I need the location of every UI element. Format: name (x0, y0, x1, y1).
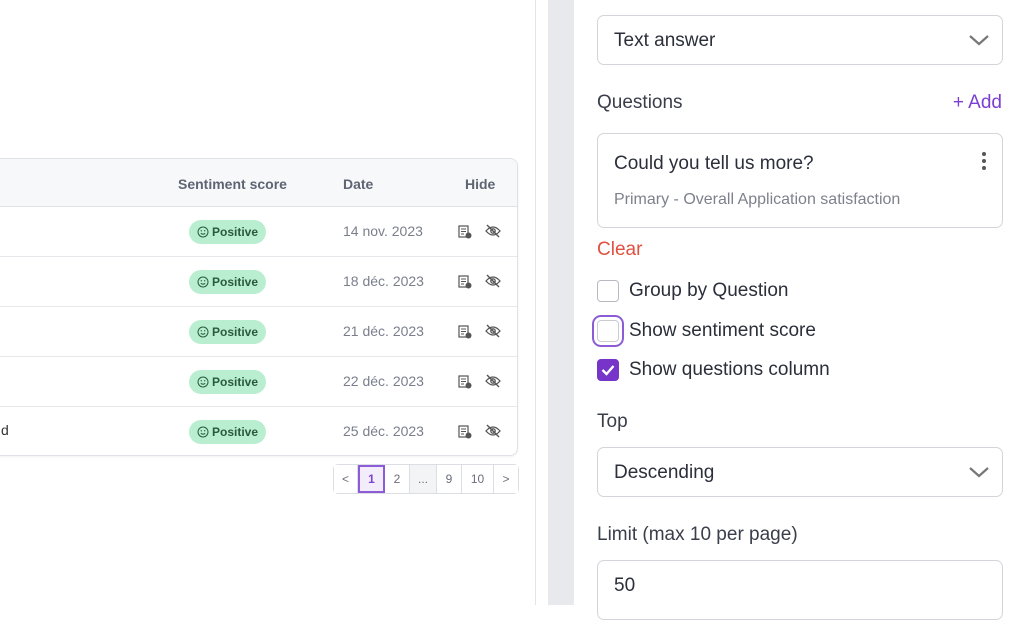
panel-divider (548, 0, 574, 605)
sentiment-label: Positive (211, 275, 259, 289)
response-text: d (1, 422, 9, 438)
header-sentiment: Sentiment score (178, 176, 287, 192)
more-options-icon[interactable] (982, 152, 986, 173)
details-icon[interactable] (458, 425, 472, 439)
clear-button[interactable]: Clear (597, 239, 642, 261)
page-1-button[interactable]: 1 (358, 465, 385, 493)
details-icon[interactable] (458, 275, 472, 289)
eye-off-icon[interactable] (485, 374, 501, 388)
response-date: 22 déc. 2023 (343, 373, 424, 389)
questions-label: Questions (597, 92, 683, 113)
page-10-button[interactable]: 10 (462, 465, 494, 493)
table-row: Positive 14 nov. 2023 (0, 207, 517, 257)
response-date: 18 déc. 2023 (343, 273, 424, 289)
limit-input[interactable]: 50 (597, 560, 1003, 620)
response-date: 14 nov. 2023 (343, 223, 423, 239)
checkbox-box[interactable] (597, 359, 619, 381)
header-hide: Hide (465, 176, 496, 192)
show-sentiment-score-checkbox[interactable]: Show sentiment score (597, 320, 816, 342)
show-questions-column-checkbox[interactable]: Show questions column (597, 359, 830, 381)
smile-icon (197, 276, 209, 288)
add-question-button[interactable]: + Add (953, 92, 1002, 114)
table-row: Positive 22 déc. 2023 (0, 357, 517, 407)
response-date: 21 déc. 2023 (343, 323, 424, 339)
eye-off-icon[interactable] (485, 324, 501, 338)
sentiment-label: Positive (211, 225, 259, 239)
answer-type-select[interactable]: Text answer (597, 15, 1003, 65)
limit-label: Limit (max 10 per page) (597, 524, 798, 545)
responses-panel: Sentiment score Date Hide Positive 14 no… (0, 0, 536, 605)
question-subtitle: Primary - Overall Application satisfacti… (614, 191, 901, 208)
answer-type-value: Text answer (614, 30, 716, 51)
sentiment-badge: Positive (189, 320, 266, 344)
checkbox-label: Show sentiment score (629, 320, 816, 341)
smile-icon (197, 326, 209, 338)
details-icon[interactable] (458, 375, 472, 389)
checkbox-label: Group by Question (629, 280, 789, 301)
prev-page-button[interactable]: < (334, 465, 358, 493)
chevron-down-icon (969, 467, 989, 478)
checkbox-box[interactable] (597, 320, 619, 342)
limit-value: 50 (614, 575, 636, 596)
response-date: 25 déc. 2023 (343, 423, 424, 439)
page-9-button[interactable]: 9 (437, 465, 462, 493)
table-row: Positive 21 déc. 2023 (0, 307, 517, 357)
sentiment-label: Positive (211, 425, 259, 439)
chevron-down-icon (969, 35, 989, 46)
page-ellipsis: ... (410, 465, 437, 493)
top-order-value: Descending (614, 462, 715, 483)
eye-off-icon[interactable] (485, 224, 501, 238)
next-page-button[interactable]: > (494, 465, 518, 493)
question-title: Could you tell us more? (614, 153, 814, 174)
table-row: Positive 18 déc. 2023 (0, 257, 517, 307)
sentiment-badge: Positive (189, 220, 266, 244)
group-by-question-checkbox[interactable]: Group by Question (597, 280, 788, 302)
details-icon[interactable] (458, 325, 472, 339)
responses-table: Sentiment score Date Hide Positive 14 no… (0, 158, 518, 456)
smile-icon (197, 426, 209, 438)
sentiment-badge: Positive (189, 370, 266, 394)
header-date: Date (343, 176, 374, 192)
checkbox-box[interactable] (597, 280, 619, 302)
top-order-select[interactable]: Descending (597, 447, 1003, 497)
eye-off-icon[interactable] (485, 274, 501, 288)
smile-icon (197, 226, 209, 238)
question-card[interactable]: Could you tell us more? Primary - Overal… (597, 133, 1003, 228)
checkbox-label: Show questions column (629, 359, 830, 380)
smile-icon (197, 376, 209, 388)
check-icon (601, 365, 615, 376)
sentiment-badge: Positive (189, 270, 266, 294)
top-label: Top (597, 411, 628, 432)
sentiment-badge: Positive (189, 420, 266, 444)
page-2-button[interactable]: 2 (385, 465, 410, 493)
eye-off-icon[interactable] (485, 424, 501, 438)
details-icon[interactable] (458, 225, 472, 239)
sentiment-label: Positive (211, 325, 259, 339)
settings-panel: Text answer Questions + Add Could you te… (574, 0, 1024, 620)
pagination: < 1 2 ... 9 10 > (333, 464, 519, 494)
table-header: Sentiment score Date Hide (0, 159, 517, 207)
table-row: d Positive 25 déc. 2023 (0, 407, 517, 455)
sentiment-label: Positive (211, 375, 259, 389)
